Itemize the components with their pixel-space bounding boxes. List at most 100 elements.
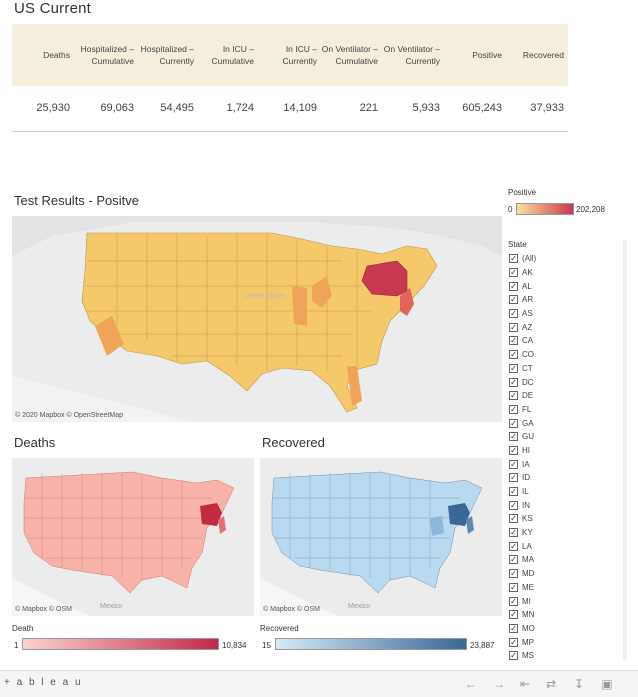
state-filter-item[interactable]: ✓ MS	[509, 649, 579, 663]
state-filter-label: AS	[522, 309, 533, 319]
state-filter-label: ME	[522, 582, 534, 592]
state-filter-item[interactable]: ✓ ME	[509, 581, 579, 595]
checkbox-checked-icon[interactable]: ✓	[509, 336, 518, 346]
state-filter-item[interactable]: ✓ MA	[509, 553, 579, 567]
state-filter-item[interactable]: ✓ DC	[509, 375, 579, 389]
checkbox-checked-icon[interactable]: ✓	[509, 459, 518, 469]
checkbox-checked-icon[interactable]: ✓	[509, 500, 518, 510]
state-filter-item[interactable]: ✓ ID	[509, 471, 579, 485]
checkbox-checked-icon[interactable]: ✓	[509, 295, 518, 305]
state-filter-item[interactable]: ✓ GU	[509, 430, 579, 444]
checkbox-checked-icon[interactable]: ✓	[509, 623, 518, 633]
state-filter-item[interactable]: ✓ AZ	[509, 320, 579, 334]
recovered-legend-max: 23,887	[470, 641, 495, 650]
state-filter-label: MA	[522, 555, 534, 565]
checkbox-checked-icon[interactable]: ✓	[509, 582, 518, 592]
summary-column-header: Hospitalized – Currently	[140, 44, 194, 66]
state-filter-item[interactable]: ✓ GA	[509, 416, 579, 430]
checkbox-checked-icon[interactable]: ✓	[509, 432, 518, 442]
state-filter-label: AK	[522, 268, 533, 278]
checkbox-checked-icon[interactable]: ✓	[509, 541, 518, 551]
state-filter-item[interactable]: ✓ IL	[509, 485, 579, 499]
state-filter-item[interactable]: ✓ AK	[509, 266, 579, 280]
state-filter-item[interactable]: ✓ FL	[509, 403, 579, 417]
recovered-map-svg[interactable]: Mexico	[260, 458, 502, 616]
checkbox-checked-icon[interactable]: ✓	[509, 404, 518, 414]
state-filter-item[interactable]: ✓ (All)	[509, 252, 579, 266]
positive-map-svg[interactable]: United States	[12, 216, 502, 422]
recovered-map-attribution: © Mapbox © OSM	[263, 606, 320, 613]
checkbox-checked-icon[interactable]: ✓	[509, 473, 518, 483]
state-filter-item[interactable]: ✓ CO	[509, 348, 579, 362]
checkbox-checked-icon[interactable]: ✓	[509, 281, 518, 291]
state-filter-item[interactable]: ✓ IA	[509, 457, 579, 471]
dashboard-title: US Current	[14, 0, 92, 17]
summary-value: 5,933	[412, 102, 440, 114]
checkbox-checked-icon[interactable]: ✓	[509, 637, 518, 647]
redo-icon[interactable]: →	[490, 675, 508, 693]
state-filter-item[interactable]: ✓ MD	[509, 567, 579, 581]
checkbox-checked-icon[interactable]: ✓	[509, 363, 518, 373]
state-filter-list[interactable]: ✓ (All) ✓ AK ✓ AL ✓ AR ✓ AS ✓ AZ ✓ CA ✓ CO ✓ CT ✓ DC ✓ DE ✓ FL ✓…	[509, 252, 579, 663]
checkbox-checked-icon[interactable]: ✓	[509, 555, 518, 565]
fullscreen-icon[interactable]: ▣	[598, 675, 616, 693]
state-filter-item[interactable]: ✓ LA	[509, 539, 579, 553]
recovered-map[interactable]: Mexico © Mapbox © OSM	[260, 458, 502, 616]
state-filter-item[interactable]: ✓ KS	[509, 512, 579, 526]
download-icon[interactable]: ↧	[570, 675, 588, 693]
summary-column-header: Hospitalized – Cumulative	[80, 44, 134, 66]
state-filter-item[interactable]: ✓ AS	[509, 307, 579, 321]
state-filter-label: CT	[522, 363, 533, 373]
state-filter-item[interactable]: ✓ MN	[509, 608, 579, 622]
state-filter-item[interactable]: ✓ MI	[509, 594, 579, 608]
state-filter-item[interactable]: ✓ MO	[509, 622, 579, 636]
checkbox-checked-icon[interactable]: ✓	[509, 254, 518, 264]
state-filter-item[interactable]: ✓ MP	[509, 635, 579, 649]
revert-icon[interactable]: ⇤	[516, 675, 534, 693]
checkbox-checked-icon[interactable]: ✓	[509, 350, 518, 360]
checkbox-checked-icon[interactable]: ✓	[509, 391, 518, 401]
checkbox-checked-icon[interactable]: ✓	[509, 651, 518, 661]
state-filter-label: FL	[522, 404, 532, 414]
state-filter-item[interactable]: ✓ CT	[509, 362, 579, 376]
state-filter-item[interactable]: ✓ DE	[509, 389, 579, 403]
state-filter-item[interactable]: ✓ CA	[509, 334, 579, 348]
checkbox-checked-icon[interactable]: ✓	[509, 268, 518, 278]
checkbox-checked-icon[interactable]: ✓	[509, 569, 518, 579]
positive-map[interactable]: United States © 2020 Mapbox © OpenStreet…	[12, 216, 502, 422]
checkbox-checked-icon[interactable]: ✓	[509, 377, 518, 387]
undo-icon[interactable]: ←	[462, 675, 480, 693]
checkbox-checked-icon[interactable]: ✓	[509, 309, 518, 319]
michigan-state[interactable]	[430, 516, 444, 536]
summary-value: 1,724	[226, 102, 254, 114]
deaths-map-svg[interactable]: Mexico	[12, 458, 254, 616]
deaths-map[interactable]: Mexico © Mapbox © OSM	[12, 458, 254, 616]
illinois-state[interactable]	[292, 286, 307, 326]
checkbox-checked-icon[interactable]: ✓	[509, 514, 518, 524]
checkbox-checked-icon[interactable]: ✓	[509, 596, 518, 606]
state-filter-item[interactable]: ✓ HI	[509, 444, 579, 458]
state-filter-item[interactable]: ✓ AL	[509, 279, 579, 293]
tableau-logo[interactable]: + a b l e a u	[4, 677, 83, 688]
state-filter-label: AL	[522, 281, 532, 291]
checkbox-checked-icon[interactable]: ✓	[509, 487, 518, 497]
death-legend-title: Death	[12, 624, 34, 633]
checkbox-checked-icon[interactable]: ✓	[509, 610, 518, 620]
state-filter-label: DE	[522, 391, 534, 401]
state-filter-item[interactable]: ✓ AR	[509, 293, 579, 307]
checkbox-checked-icon[interactable]: ✓	[509, 528, 518, 538]
state-filter-title: State	[508, 240, 527, 249]
share-icon[interactable]: ⇄	[542, 675, 560, 693]
state-filter-label: (All)	[522, 254, 537, 264]
state-filter-item[interactable]: ✓ KY	[509, 526, 579, 540]
summary-column-header: Positive	[472, 50, 502, 60]
checkbox-checked-icon[interactable]: ✓	[509, 322, 518, 332]
state-filter-label: AZ	[522, 322, 533, 332]
checkbox-checked-icon[interactable]: ✓	[509, 445, 518, 455]
state-list-scrollbar[interactable]	[622, 240, 628, 660]
checkbox-checked-icon[interactable]: ✓	[509, 418, 518, 428]
positive-map-title: Test Results - Positve	[14, 193, 139, 208]
state-filter-item[interactable]: ✓ IN	[509, 498, 579, 512]
summary-column-header: On Ventilator – Currently	[383, 44, 440, 66]
recovered-legend-title: Recovered	[260, 624, 299, 633]
